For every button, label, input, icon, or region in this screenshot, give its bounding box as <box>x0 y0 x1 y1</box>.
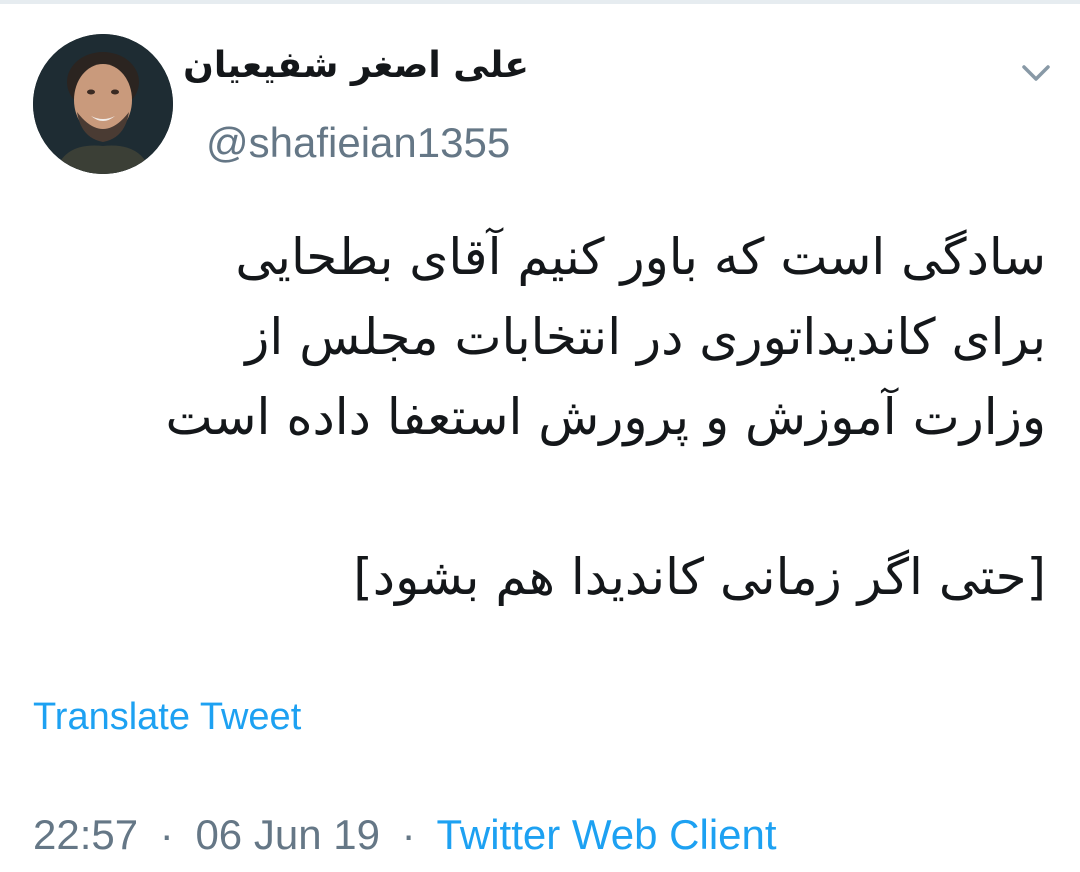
tweet-text-line: وزارت آموزش و پرورش استعفا داده است <box>165 388 1046 446</box>
tweet-time: 22:57 <box>33 811 139 858</box>
translate-tweet-link[interactable]: Translate Tweet <box>33 695 301 741</box>
tweet-source-link[interactable]: Twitter Web Client <box>437 811 777 858</box>
top-divider <box>0 0 1080 4</box>
chevron-down-icon <box>1022 65 1050 81</box>
tweet-text-line: [حتی اگر زمانی کاندیدا هم بشود] <box>353 548 1046 606</box>
tweet-text-line: سادگی است که باور کنیم آقای بطحایی <box>235 228 1046 286</box>
separator-dot: · <box>159 811 174 858</box>
author-display-name[interactable]: علی اصغر شفیعیان <box>183 44 529 87</box>
tweet-date: 06 Jun 19 <box>195 811 380 858</box>
author-avatar[interactable] <box>33 34 173 174</box>
tweet-metadata: 22:57 · 06 Jun 19 · Twitter Web Client <box>33 810 777 860</box>
tweet-text-line: برای کاندیداتوری در انتخابات مجلس از <box>245 308 1046 366</box>
tweet-body: سادگی است که باور کنیم آقای بطحایی برای … <box>46 217 1046 617</box>
separator-dot: · <box>401 811 416 858</box>
user-avatar-photo <box>33 34 173 174</box>
author-handle[interactable]: @shafieian1355 <box>206 118 510 168</box>
tweet-menu-button[interactable] <box>1016 58 1056 88</box>
tweet-text-blank-line <box>46 457 1046 537</box>
